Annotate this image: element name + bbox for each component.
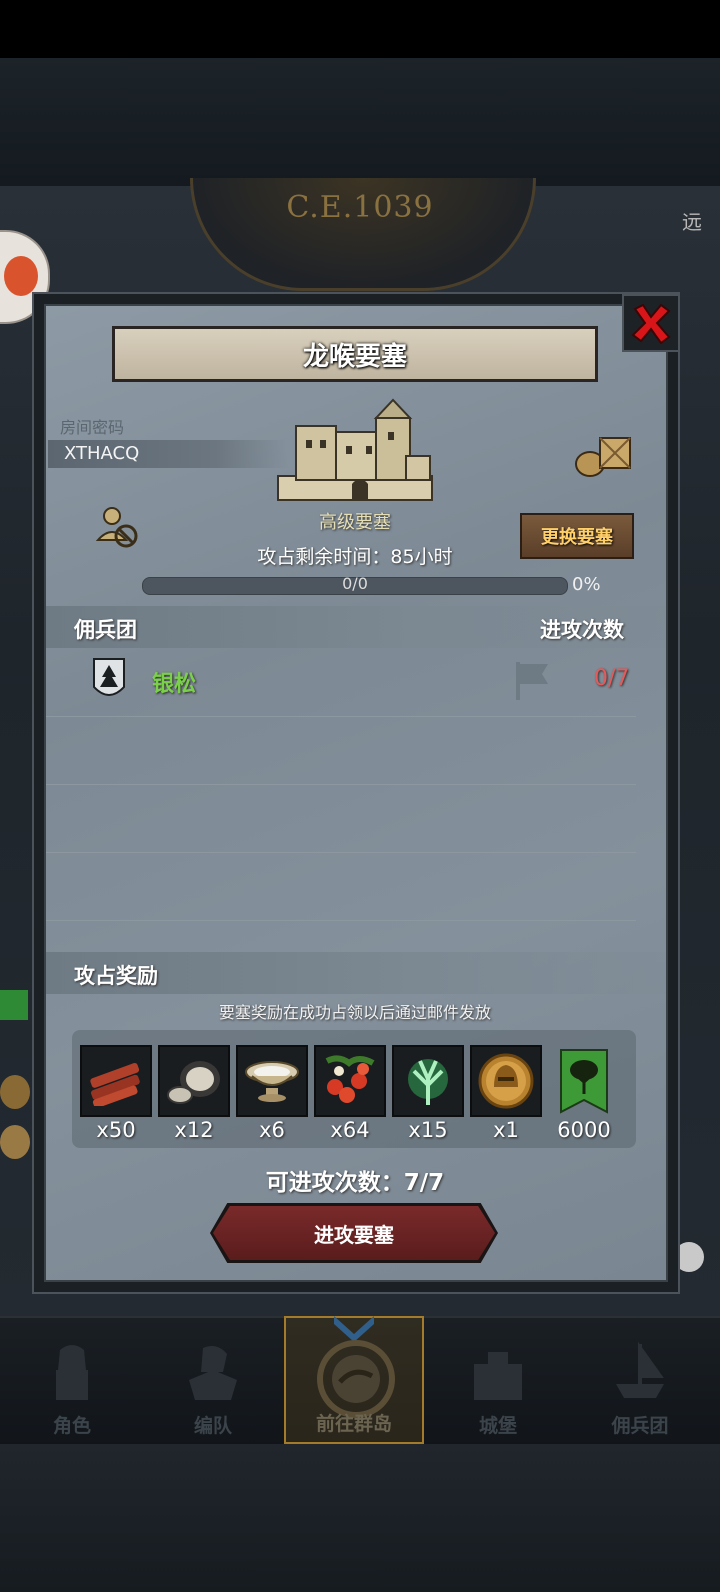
nav-tab-mercenary[interactable]: 佣兵团 [570, 1316, 710, 1444]
reward-qty: x15 [408, 1118, 448, 1142]
wood-icon [90, 1062, 140, 1106]
empty-row [46, 852, 636, 921]
nav-tab-castle[interactable]: 城堡 [428, 1316, 568, 1444]
tree-banner-icon [560, 1049, 608, 1114]
spirit-tree-icon [408, 1059, 448, 1105]
compass-icon [317, 1340, 395, 1418]
reward-slot[interactable] [470, 1045, 542, 1117]
close-button[interactable] [622, 294, 680, 352]
attack-fortress-button[interactable]: 进攻要塞 [213, 1206, 495, 1260]
dialog-title: 龙喉要塞 [112, 326, 598, 382]
nav-label: 角色 [52, 1415, 91, 1437]
reward-qty: 6000 [557, 1118, 611, 1142]
helmet-coin-icon [478, 1053, 534, 1109]
reward-qty: x50 [96, 1118, 136, 1142]
nav-label: 前往群岛 [315, 1413, 392, 1435]
reward-slot[interactable] [236, 1045, 308, 1117]
reward-qty: x12 [174, 1118, 214, 1142]
era-label: C.E.1039 [286, 190, 434, 225]
nav-label: 城堡 [478, 1415, 517, 1437]
knight-icon [56, 1345, 88, 1400]
storage-icon[interactable] [574, 430, 634, 478]
hud-right-label: 远 [682, 210, 702, 234]
close-icon [631, 303, 671, 345]
reward-slot[interactable] [314, 1045, 386, 1117]
rewards-note: 要塞奖励在成功占领以后通过邮件发放 [218, 1003, 491, 1022]
ship-icon [616, 1341, 664, 1398]
nav-tab-formation[interactable]: 编队 [143, 1316, 283, 1444]
attack-count-header: 进攻次数 [540, 618, 624, 642]
mercenary-attack-count: 0/7 [594, 666, 630, 691]
reward-slot[interactable] [80, 1045, 152, 1117]
flag-icon [516, 662, 548, 700]
fortress-icon [277, 398, 433, 501]
progress-percent: 0% [572, 574, 601, 595]
ore-icon [167, 1061, 220, 1104]
formation-icon [189, 1346, 237, 1400]
capture-progress-bar: 0/0 [142, 574, 568, 595]
castle-icon [474, 1352, 522, 1400]
room-code-label: 房间密码 [60, 418, 125, 437]
change-fortress-button[interactable]: 更换要塞 [520, 513, 634, 559]
reward-qty: x1 [493, 1118, 519, 1142]
reward-slot[interactable] [158, 1045, 230, 1117]
nav-label: 佣兵团 [611, 1415, 669, 1437]
empty-row [46, 716, 636, 785]
berries-icon [325, 1055, 375, 1103]
hud-strip [0, 58, 720, 186]
rewards-header: 攻占奖励 [74, 964, 158, 988]
reward-slot[interactable] [548, 1045, 620, 1117]
footer-area [0, 1444, 720, 1592]
room-code-value: XTHACQ [48, 440, 288, 468]
reward-slot[interactable] [392, 1045, 464, 1117]
bowl-icon [245, 1061, 299, 1102]
side-target-icon[interactable] [0, 1075, 30, 1109]
nav-tab-islands[interactable]: 前往群岛 [284, 1316, 424, 1444]
reward-qty: x64 [330, 1118, 370, 1142]
attempts-remaining: 可进攻次数：7/7 [265, 1170, 445, 1196]
mercenary-name: 银松 [152, 672, 197, 697]
nav-label: 编队 [193, 1415, 232, 1437]
side-search-icon[interactable] [0, 1125, 30, 1159]
reward-qty: x6 [259, 1118, 285, 1142]
nav-tab-character[interactable]: 角色 [2, 1316, 142, 1444]
pine-shield-icon [93, 658, 125, 696]
mercenary-header: 佣兵团 [74, 618, 137, 642]
progress-text: 0/0 [342, 574, 368, 593]
empty-row [46, 784, 636, 853]
status-bar [0, 0, 720, 58]
